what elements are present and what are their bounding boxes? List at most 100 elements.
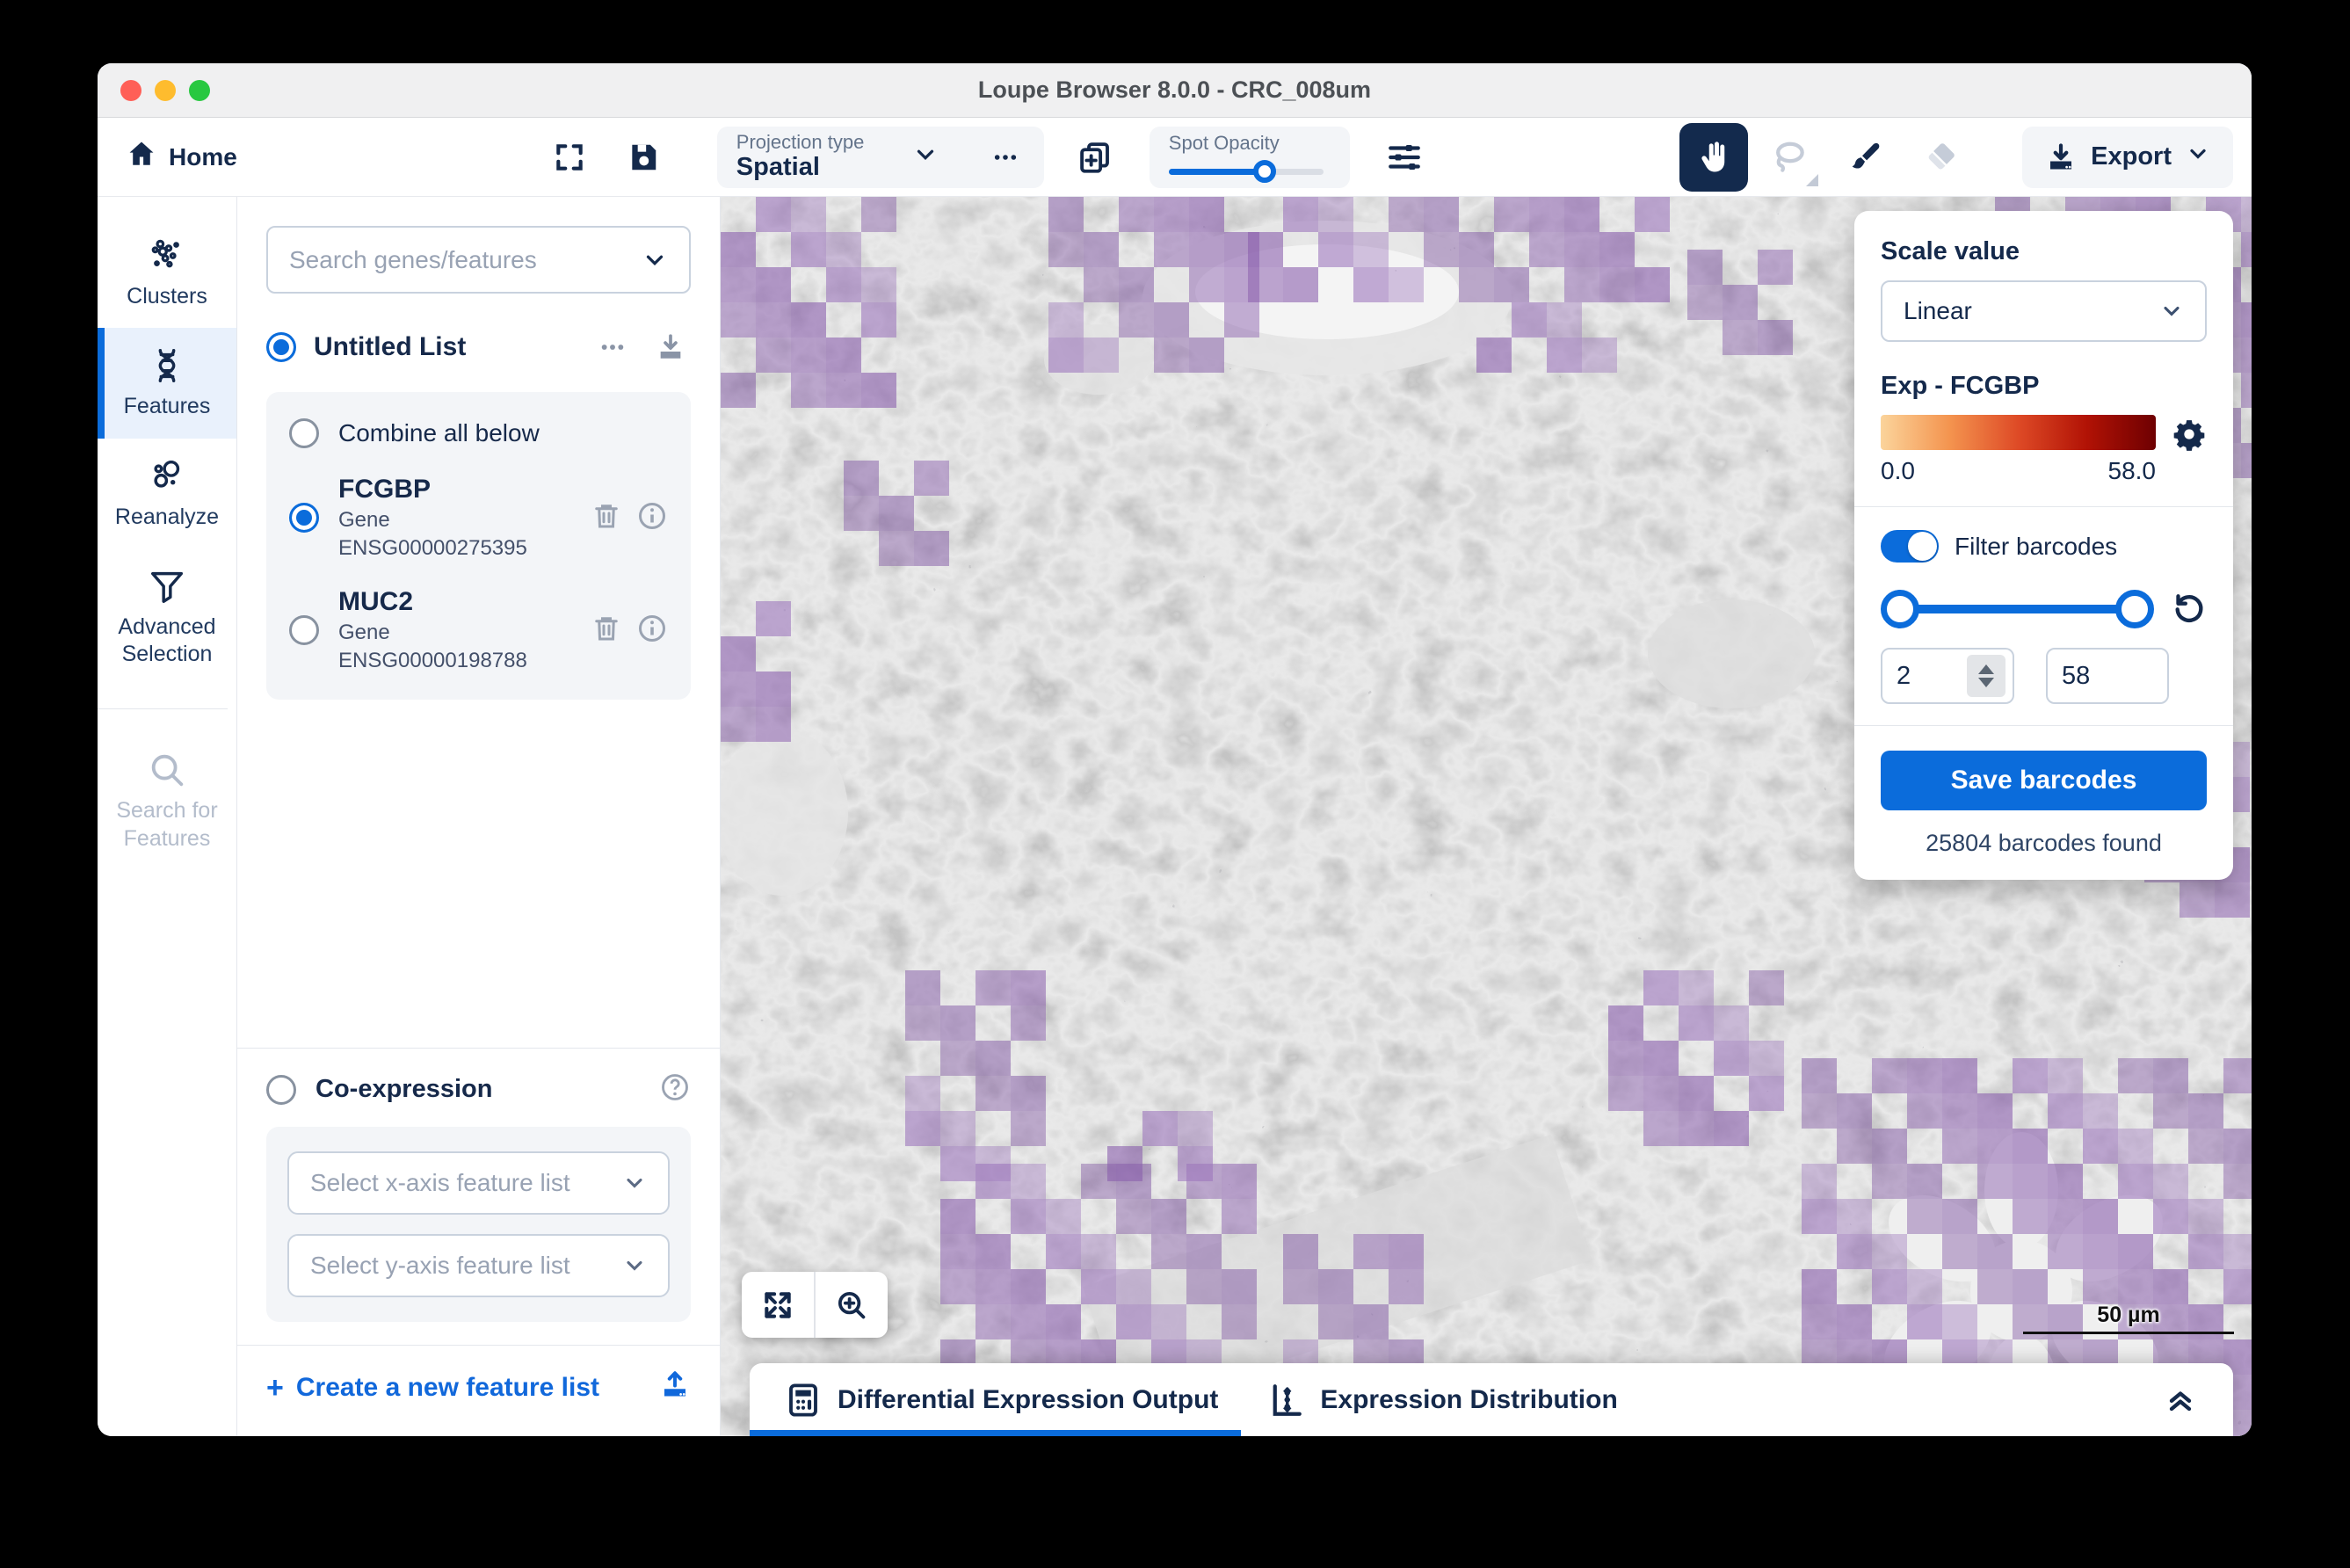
toolbar: Home Projection type Spatial Spot Opacit… (98, 118, 2252, 197)
tab-label: Differential Expression Output (838, 1384, 1219, 1414)
brush-tool-button[interactable] (1831, 123, 1899, 192)
reset-icon (2175, 594, 2203, 623)
range-handle-min[interactable] (1881, 589, 1919, 628)
reset-range-button[interactable] (2172, 589, 2207, 628)
y-axis-placeholder: Select y-axis feature list (310, 1252, 570, 1279)
feature-radio[interactable] (289, 503, 319, 533)
projection-type-dropdown[interactable]: Projection type Spatial (716, 126, 1044, 188)
pan-tool-button[interactable] (1679, 122, 1749, 192)
combine-all-row[interactable]: Combine all below (289, 418, 668, 448)
tab-differential-expression-output[interactable]: Differential Expression Output (749, 1363, 1242, 1436)
slider-handle[interactable] (1252, 159, 1276, 183)
x-axis-placeholder: Select x-axis feature list (310, 1169, 570, 1196)
expand-icon (765, 1291, 791, 1318)
info-icon (639, 614, 665, 642)
expression-title: Exp - FCGBP (1881, 372, 2040, 400)
sidebar-label: Search for Features (116, 798, 218, 851)
upload-icon (664, 1371, 685, 1397)
barcode-range-slider[interactable] (1881, 589, 2154, 628)
plus-icon: + (266, 1370, 284, 1405)
sidebar-item-clusters[interactable]: Clusters (98, 218, 236, 328)
scale-bar-line (2023, 1332, 2234, 1334)
filter-barcodes-toggle[interactable] (1881, 530, 1939, 563)
chevron-down-icon (627, 1178, 642, 1188)
coexpression-header: Co-expression (266, 1071, 691, 1107)
clusters-icon (151, 239, 179, 268)
coexpression-radio[interactable] (266, 1074, 296, 1105)
coexpression-help-button[interactable] (659, 1071, 691, 1107)
feature-actions (591, 500, 668, 536)
chevron-down-icon (2186, 142, 2210, 173)
min-value-input[interactable] (1882, 661, 1967, 691)
tab-label: Expression Distribution (1320, 1384, 1618, 1414)
feature-list: Combine all below FCGBP Gene ENSG0000027… (266, 392, 691, 700)
scale-type-dropdown[interactable]: Linear (1881, 280, 2207, 342)
sidebar-item-features[interactable]: Features (98, 328, 236, 439)
zoom-in-button[interactable] (816, 1272, 888, 1338)
collapse-drawer-button[interactable] (2163, 1383, 2198, 1418)
sidebar-item-reanalyze[interactable]: Reanalyze (98, 439, 236, 548)
save-button[interactable] (619, 133, 668, 182)
feature-actions (591, 613, 668, 649)
color-settings-button[interactable] (2172, 417, 2207, 456)
delete-feature-button[interactable] (591, 500, 622, 536)
app-window: Loupe Browser 8.0.0 - CRC_008um Home Pro… (98, 63, 2252, 1436)
feature-row-fcgbp[interactable]: FCGBP Gene ENSG00000275395 (289, 475, 668, 561)
divider (1854, 506, 2233, 507)
chevron-down-icon (627, 1260, 642, 1271)
spatial-viewer[interactable]: Scale value Linear Exp - FCGBP 0.0 58.0 (721, 197, 2252, 1436)
search-genes-dropdown[interactable]: Search genes/features (266, 226, 691, 294)
feature-info-button[interactable] (636, 500, 668, 536)
feature-type: Gene (338, 621, 390, 644)
fullscreen-button[interactable] (545, 133, 594, 182)
divider (237, 1048, 720, 1049)
list-more-button[interactable] (592, 327, 633, 367)
sidebar-label: Clusters (127, 284, 207, 309)
combine-all-radio[interactable] (289, 418, 319, 448)
tab-expression-distribution[interactable]: Expression Distribution (1267, 1363, 1640, 1436)
ellipsis-icon (601, 345, 624, 350)
stepper-control[interactable] (1967, 655, 2005, 697)
combine-all-label: Combine all below (338, 419, 540, 446)
stepper-up-icon (1978, 664, 1994, 674)
gradient-max: 58.0 (2107, 457, 2157, 484)
projection-more-button[interactable] (986, 133, 1025, 182)
spot-opacity-slider[interactable] (1168, 159, 1324, 183)
create-feature-list-label: Create a new feature list (295, 1373, 599, 1402)
features-panel: Search genes/features Untitled List Comb… (237, 197, 721, 1436)
x-axis-feature-dropdown[interactable]: Select x-axis feature list (287, 1151, 670, 1215)
feature-row-muc2[interactable]: MUC2 Gene ENSG00000198788 (289, 587, 668, 673)
export-button[interactable]: Export (2022, 126, 2233, 188)
distribution-icon (1273, 1383, 1302, 1416)
create-feature-list-button[interactable]: + Create a new feature list (266, 1368, 691, 1407)
lasso-subtool-indicator (1806, 173, 1819, 186)
new-window-button[interactable] (1070, 133, 1120, 182)
filter-barcodes-row: Filter barcodes (1881, 530, 2207, 563)
delete-feature-button[interactable] (591, 613, 622, 649)
feature-radio[interactable] (289, 615, 319, 645)
expression-scale: 0.0 58.0 (1881, 415, 2207, 485)
feature-name: FCGBP (338, 475, 431, 504)
barcodes-found-text: 25804 barcodes found (1926, 830, 2162, 856)
fit-view-button[interactable] (742, 1272, 816, 1338)
sidebar-label: Reanalyze (114, 504, 220, 529)
lasso-tool-button[interactable] (1755, 123, 1824, 192)
eraser-tool-button[interactable] (1906, 123, 1975, 192)
untitled-list-radio[interactable] (266, 332, 296, 362)
feature-type: Gene (338, 508, 390, 532)
save-barcodes-button[interactable]: Save barcodes (1881, 751, 2207, 810)
import-list-button[interactable] (659, 1368, 691, 1407)
list-download-button[interactable] (650, 327, 691, 367)
stepper-down-icon (1978, 678, 1994, 687)
sidebar-item-search-for-features[interactable]: Search for Features (98, 732, 236, 870)
feature-info-button[interactable] (636, 613, 668, 649)
scale-value-panel: Scale value Linear Exp - FCGBP 0.0 58.0 (1854, 211, 2233, 880)
max-value-input[interactable] (2048, 661, 2158, 691)
sidebar-item-advanced-selection[interactable]: Advanced Selection (98, 548, 236, 686)
range-handle-max[interactable] (2115, 589, 2154, 628)
home-button[interactable]: Home (127, 139, 237, 175)
search-icon (151, 755, 184, 787)
view-settings-button[interactable] (1380, 133, 1429, 182)
y-axis-feature-dropdown[interactable]: Select y-axis feature list (287, 1234, 670, 1297)
filter-barcodes-label: Filter barcodes (1955, 532, 2118, 560)
